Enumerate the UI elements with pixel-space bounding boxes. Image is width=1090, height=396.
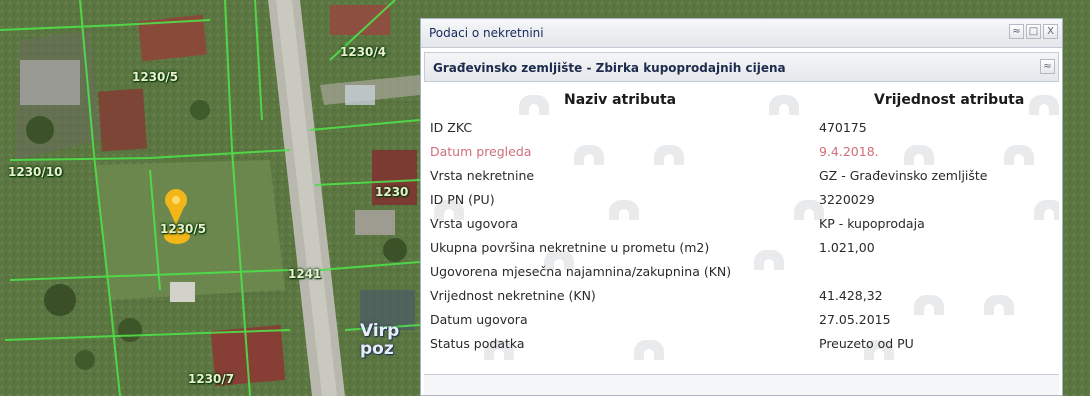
attribute-value: 9.4.2018. (819, 144, 879, 159)
watermark-icon (519, 95, 549, 115)
attribute-row: Datum pregleda 9.4.2018. (424, 141, 1059, 165)
attribute-name: ID ZKC (430, 120, 473, 135)
parcel-label: 1241 (288, 267, 322, 281)
attribute-row: ID PN (PU) 3220029 (424, 189, 1059, 213)
attribute-name: ID PN (PU) (430, 192, 495, 207)
property-info-window: Podaci o nekretnini ≈ □ X Građevinsko ze… (420, 18, 1063, 396)
watermark-icon (1029, 95, 1059, 115)
parcel-label: 1230/7 (188, 372, 235, 386)
attribute-value: 1.021,00 (819, 240, 875, 255)
watermark-icon (769, 95, 799, 115)
parcel-label: 1230 (375, 185, 409, 199)
attribute-value: KP - kupoprodaja (819, 216, 925, 231)
attribute-row: Vrsta ugovora KP - kupoprodaja (424, 213, 1059, 237)
attribute-row: Status podatka Preuzeto od PU (424, 333, 1059, 357)
attribute-value: GZ - Građevinsko zemljište (819, 168, 988, 183)
parcel-label: 1230/5 (160, 222, 207, 236)
attribute-value: 470175 (819, 120, 867, 135)
attribute-value: 3220029 (819, 192, 875, 207)
map-overlay-text: poz (360, 339, 394, 359)
attribute-name: Datum ugovora (430, 312, 528, 327)
attribute-name: Vrsta ugovora (430, 216, 519, 231)
attribute-row: Ugovorena mjesečna najamnina/zakupnina (… (424, 261, 1059, 285)
close-button[interactable]: X (1043, 24, 1058, 39)
attribute-row: Vrsta nekretnine GZ - Građevinsko zemlji… (424, 165, 1059, 189)
column-header-value: Vrijednost atributa (874, 92, 1025, 108)
attribute-value: Preuzeto od PU (819, 336, 914, 351)
attribute-row: Ukupna površina nekretnine u prometu (m2… (424, 237, 1059, 261)
column-header-name: Naziv atributa (564, 92, 677, 108)
attribute-row: Vrijednost nekretnine (KN) 41.428,32 (424, 285, 1059, 309)
attribute-value: 27.05.2015 (819, 312, 891, 327)
maximize-button[interactable]: □ (1026, 24, 1041, 39)
attribute-row: ID ZKC 470175 (424, 117, 1059, 141)
window-titlebar[interactable]: Podaci o nekretnini ≈ □ X (421, 19, 1062, 48)
attribute-value: 41.428,32 (819, 288, 883, 303)
window-footer (424, 374, 1059, 395)
attribute-table: Naziv atributa Vrijednost atributa ID ZK… (424, 85, 1059, 373)
attribute-name: Ugovorena mjesečna najamnina/zakupnina (… (430, 264, 732, 279)
attribute-name: Status podatka (430, 336, 525, 351)
window-controls: ≈ □ X (1009, 24, 1058, 39)
attribute-name: Ukupna površina nekretnine u prometu (m2… (430, 240, 710, 255)
attribute-name: Datum pregleda (430, 144, 532, 159)
panel-title: Građevinsko zemljište - Zbirka kupoproda… (433, 61, 786, 75)
collapse-panel-button[interactable]: ≈ (1040, 59, 1055, 74)
parcel-label: 1230/10 (8, 165, 63, 179)
collapse-window-button[interactable]: ≈ (1009, 24, 1024, 39)
window-title: Podaci o nekretnini (429, 26, 544, 40)
attribute-row: Datum ugovora 27.05.2015 (424, 309, 1059, 333)
map-overlay-text: Virp (360, 321, 400, 341)
parcel-label: 1230/5 (132, 70, 179, 84)
parcel-label: 1230/4 (340, 45, 387, 59)
panel-header[interactable]: Građevinsko zemljište - Zbirka kupoproda… (424, 52, 1059, 82)
attribute-name: Vrijednost nekretnine (KN) (430, 288, 596, 303)
attribute-name: Vrsta nekretnine (430, 168, 535, 183)
